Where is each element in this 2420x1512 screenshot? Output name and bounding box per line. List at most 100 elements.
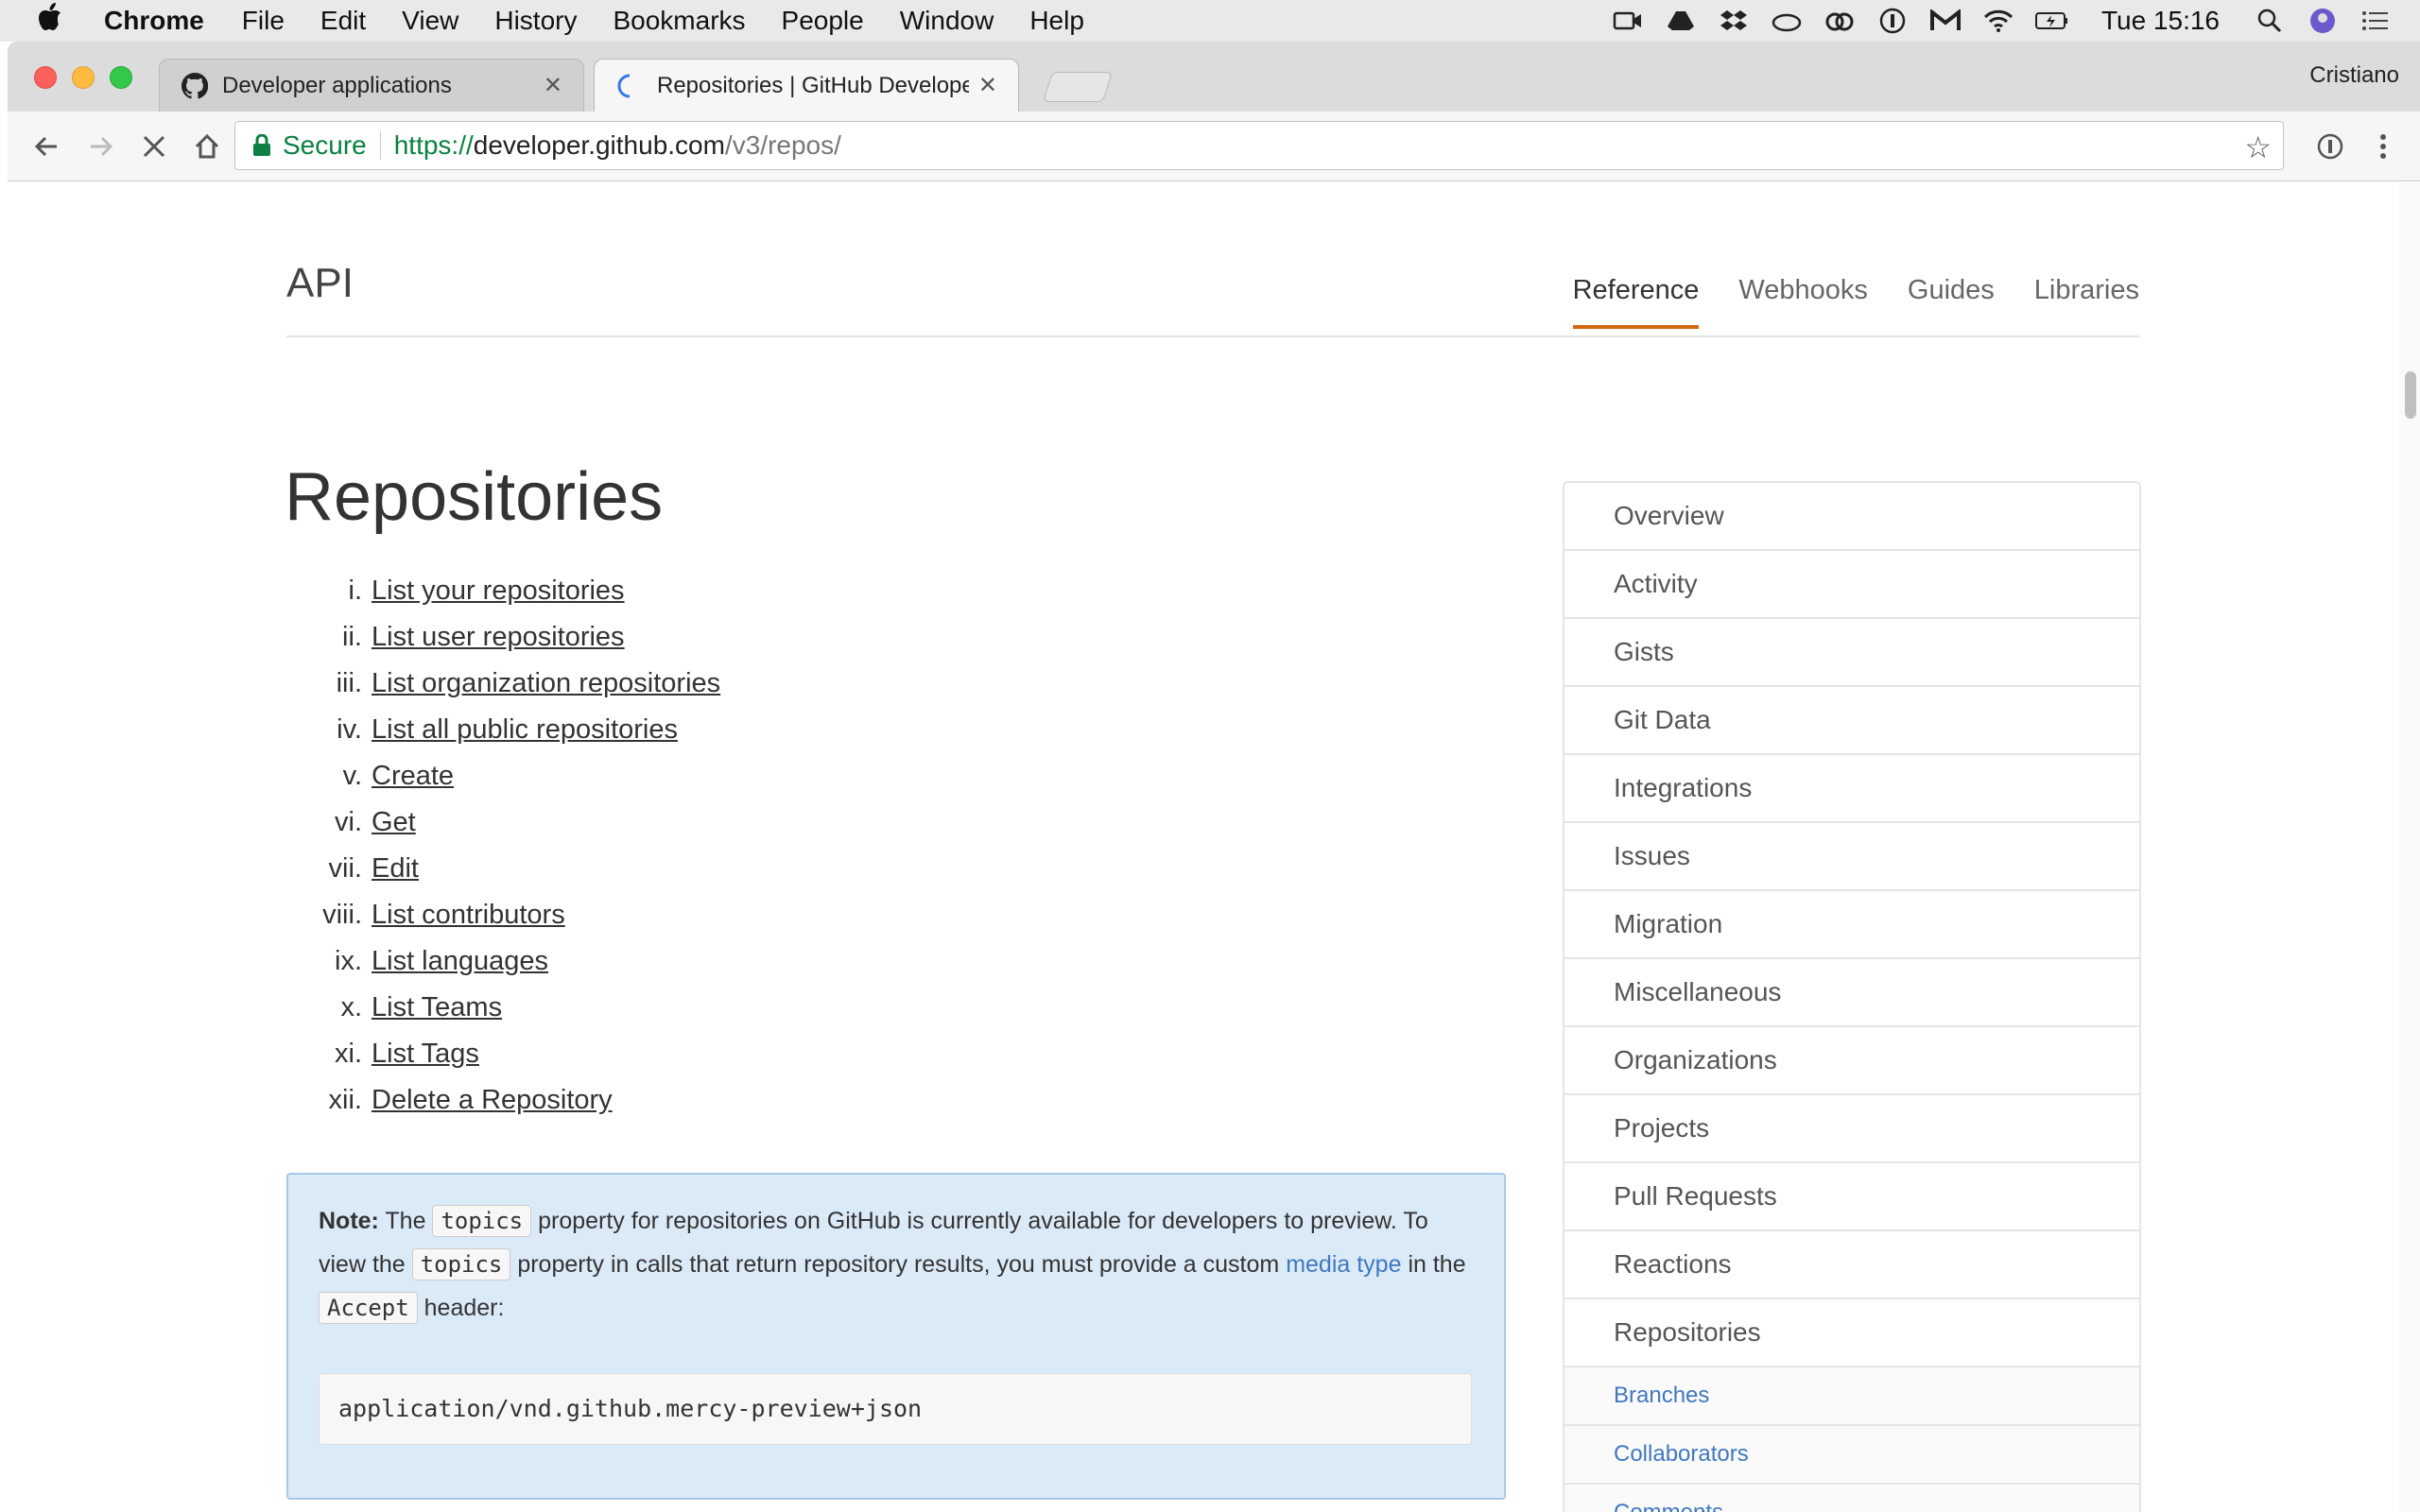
note-label: Note: [319, 1208, 379, 1234]
sidebar-item-overview[interactable]: Overview [1564, 483, 2139, 551]
1password-extension-icon[interactable] [2310, 127, 2350, 166]
home-button[interactable] [187, 127, 227, 166]
toc-link[interactable]: List user repositories [372, 622, 625, 653]
gmail-icon[interactable] [1929, 8, 1962, 34]
menu-view[interactable]: View [402, 6, 458, 36]
toc-link[interactable]: Get [372, 807, 416, 838]
toc-link[interactable]: List Teams [372, 992, 502, 1023]
toc-link[interactable]: Create [372, 761, 454, 792]
lock-icon[interactable] [251, 134, 273, 157]
tab-developer-applications[interactable]: Developer applications ✕ [159, 59, 584, 112]
browser-toolbar: Secure https://developer.github.com/v3/r… [8, 112, 2420, 181]
toc-item: xii. Delete a Repository [286, 1077, 1137, 1124]
sidebar-item-projects[interactable]: Projects [1564, 1095, 2139, 1163]
site-brand[interactable]: API [286, 260, 354, 307]
toc-number: xii. [328, 1085, 362, 1115]
omnibox-divider [379, 131, 381, 160]
app-menu-chrome[interactable]: Chrome [104, 6, 204, 36]
sidebar-item-issues[interactable]: Issues [1564, 823, 2139, 891]
note-text-3: property in calls that return repository… [517, 1251, 1280, 1278]
new-tab-button[interactable] [1042, 72, 1114, 102]
menu-bookmarks[interactable]: Bookmarks [613, 6, 745, 36]
github-icon [181, 72, 209, 100]
notification-center-icon[interactable] [2360, 8, 2392, 34]
toc-number: ii. [342, 622, 362, 652]
vertical-scrollbar[interactable] [2399, 182, 2420, 1512]
toc-link[interactable]: Edit [372, 853, 419, 885]
toc-number: i. [348, 576, 363, 606]
toc-item: vii. Edit [286, 846, 1137, 892]
url-path: /v3/repos/ [724, 130, 841, 160]
toc-link[interactable]: List Tags [372, 1039, 479, 1070]
menu-file[interactable]: File [242, 6, 285, 36]
toc-number: vi. [335, 807, 362, 837]
nav-reference[interactable]: Reference [1572, 275, 1700, 329]
toc-link[interactable]: List all public repositories [372, 714, 678, 746]
tab-repositories[interactable]: Repositories | GitHub Developer ✕ [594, 59, 1019, 112]
toc-link[interactable]: List contributors [372, 900, 565, 931]
creative-cloud-icon[interactable] [1824, 8, 1856, 34]
toc-link[interactable]: Delete a Repository [372, 1085, 613, 1116]
menu-people[interactable]: People [782, 6, 864, 36]
nav-webhooks[interactable]: Webhooks [1738, 275, 1868, 329]
tab-close-icon[interactable]: ✕ [978, 72, 997, 99]
toc-link[interactable]: List languages [372, 946, 548, 977]
google-drive-icon[interactable] [1665, 8, 1697, 34]
toc-item: ix. List languages [286, 938, 1137, 985]
sidebar-subitem-comments[interactable]: Comments [1564, 1485, 2139, 1512]
chrome-menu-icon[interactable] [2363, 127, 2403, 166]
menu-window[interactable]: Window [900, 6, 994, 36]
wifi-icon[interactable] [1982, 8, 2014, 34]
address-bar[interactable]: Secure https://developer.github.com/v3/r… [234, 121, 2284, 170]
sidebar-item-git-data[interactable]: Git Data [1564, 687, 2139, 755]
cloud-icon[interactable] [1771, 8, 1803, 34]
menu-history[interactable]: History [494, 6, 577, 36]
back-button[interactable] [26, 127, 66, 166]
forward-button[interactable] [81, 127, 121, 166]
dropbox-icon[interactable] [1718, 8, 1750, 34]
user-icon[interactable] [2307, 8, 2339, 34]
url-scheme: https:// [393, 130, 474, 160]
toc-link[interactable]: List organization repositories [372, 668, 720, 699]
sidebar-subitem-collaborators[interactable]: Collaborators [1564, 1426, 2139, 1485]
sidebar-item-integrations[interactable]: Integrations [1564, 755, 2139, 823]
scrollbar-thumb[interactable] [2405, 371, 2416, 419]
clock[interactable]: Tue 15:16 [2101, 6, 2220, 36]
sidebar-item-miscellaneous[interactable]: Miscellaneous [1564, 959, 2139, 1027]
sidebar-item-migration[interactable]: Migration [1564, 891, 2139, 959]
nav-guides[interactable]: Guides [1908, 275, 1995, 329]
menu-help[interactable]: Help [1029, 6, 1084, 36]
code-block[interactable]: application/vnd.github.mercy-preview+jso… [319, 1373, 1472, 1445]
1password-icon[interactable] [1876, 8, 1909, 34]
menu-edit[interactable]: Edit [320, 6, 366, 36]
tab-close-icon[interactable]: ✕ [544, 72, 562, 99]
minimize-window-button[interactable] [72, 66, 95, 89]
toc-item: v. Create [286, 753, 1137, 799]
spotlight-icon[interactable] [2254, 8, 2286, 34]
profile-name[interactable]: Cristiano [2309, 62, 2399, 89]
nav-libraries[interactable]: Libraries [2034, 275, 2139, 329]
toc-number: iv. [337, 714, 362, 745]
apple-menu-icon[interactable] [0, 3, 104, 39]
zoom-window-button[interactable] [110, 66, 132, 89]
close-window-button[interactable] [34, 66, 57, 89]
sidebar-subitem-branches[interactable]: Branches [1564, 1367, 2139, 1426]
sidebar-item-pull-requests[interactable]: Pull Requests [1564, 1163, 2139, 1231]
media-type-link[interactable]: media type [1286, 1251, 1401, 1278]
bookmark-star-icon[interactable]: ☆ [2244, 129, 2272, 165]
sidebar-item-repositories[interactable]: Repositories [1564, 1299, 2139, 1367]
toc-link[interactable]: List your repositories [372, 576, 625, 607]
sidebar-item-gists[interactable]: Gists [1564, 619, 2139, 687]
site-nav: Reference Webhooks Guides Libraries [1572, 275, 2139, 329]
toc-number: vii. [328, 853, 362, 884]
toc-item: ii. List user repositories [286, 614, 1137, 661]
secure-label[interactable]: Secure [283, 130, 367, 161]
sidebar-item-activity[interactable]: Activity [1564, 551, 2139, 619]
facetime-icon[interactable] [1612, 8, 1644, 34]
page-content: API Reference Webhooks Guides Libraries … [8, 182, 2399, 1512]
battery-icon[interactable] [2034, 8, 2067, 34]
sidebar-item-reactions[interactable]: Reactions [1564, 1231, 2139, 1299]
note-text-1: The [385, 1208, 426, 1234]
sidebar-item-organizations[interactable]: Organizations [1564, 1027, 2139, 1095]
stop-loading-button[interactable] [134, 127, 174, 166]
